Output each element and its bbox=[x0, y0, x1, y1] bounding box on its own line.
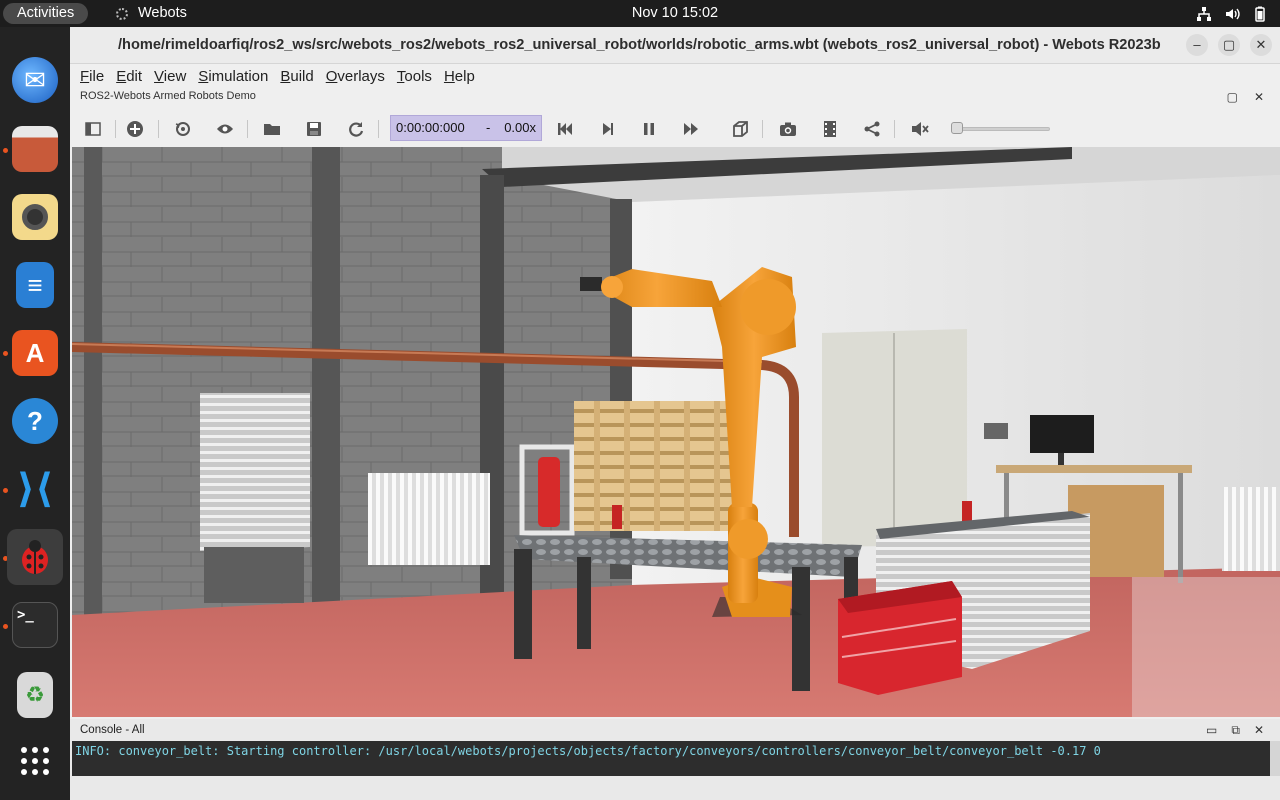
add-node-button[interactable] bbox=[125, 119, 145, 139]
scene-tree-icon bbox=[85, 122, 101, 136]
toolbar: 0:00:00:000 - 0.00x bbox=[70, 111, 1280, 145]
console-scrollbar[interactable] bbox=[1270, 741, 1280, 776]
step-button[interactable] bbox=[597, 119, 617, 139]
factory-scene bbox=[72, 147, 1280, 717]
cube-icon bbox=[733, 121, 748, 137]
simulation-time: 0:00:00:000 bbox=[396, 120, 465, 135]
dock-item-webots[interactable] bbox=[7, 529, 63, 585]
thunderbird-icon: ✉ bbox=[12, 57, 58, 103]
console-minimize-icon[interactable]: ▭ bbox=[1206, 723, 1217, 738]
reset-simulation-button[interactable] bbox=[555, 119, 575, 139]
toggle-scene-tree-button[interactable] bbox=[83, 119, 103, 139]
menu-build[interactable]: Build bbox=[280, 64, 325, 89]
share-icon bbox=[864, 121, 880, 137]
mute-button[interactable] bbox=[910, 119, 930, 139]
rendering-button[interactable] bbox=[730, 119, 750, 139]
save-world-button[interactable] bbox=[304, 119, 324, 139]
console-title: Console - All bbox=[80, 724, 145, 736]
film-icon bbox=[824, 121, 836, 137]
close-button[interactable]: ✕ bbox=[1250, 34, 1272, 56]
menu-bar: File Edit View Simulation Build Overlays… bbox=[70, 64, 1280, 89]
show-applications-button[interactable] bbox=[7, 733, 63, 789]
step-icon bbox=[603, 123, 613, 135]
dock: ✉ ≡ A ? ⟩⟨ >_ ♻ bbox=[0, 27, 70, 800]
trash-icon: ♻ bbox=[17, 672, 53, 718]
reload-icon bbox=[349, 122, 364, 137]
volume-icon[interactable] bbox=[1224, 6, 1240, 22]
webots-window: /home/rimeldoarfiq/ros2_ws/src/webots_ro… bbox=[70, 27, 1280, 800]
reload-world-button[interactable] bbox=[346, 119, 366, 139]
menu-file[interactable]: File bbox=[80, 64, 116, 89]
dock-item-software[interactable]: A bbox=[7, 325, 63, 381]
rhythmbox-icon bbox=[12, 194, 58, 240]
files-icon bbox=[12, 126, 58, 172]
skip-back-icon bbox=[558, 123, 572, 135]
reset-viewpoint-button[interactable] bbox=[173, 119, 193, 139]
mute-icon bbox=[912, 122, 929, 136]
fast-forward-icon bbox=[684, 123, 698, 135]
menu-view[interactable]: View bbox=[154, 64, 198, 89]
eye-icon bbox=[217, 124, 233, 134]
console-line: INFO: conveyor_belt: Starting controller… bbox=[75, 744, 1101, 758]
terminal-icon: >_ bbox=[12, 602, 58, 648]
console-output[interactable]: INFO: conveyor_belt: Starting controller… bbox=[72, 741, 1270, 776]
view-button[interactable] bbox=[215, 119, 235, 139]
window-title: /home/rimeldoarfiq/ros2_ws/src/webots_ro… bbox=[118, 37, 1161, 53]
window-titlebar[interactable]: /home/rimeldoarfiq/ros2_ws/src/webots_ro… bbox=[70, 27, 1280, 64]
dock-item-thunderbird[interactable]: ✉ bbox=[7, 52, 63, 108]
world-title: ROS2-Webots Armed Robots Demo bbox=[80, 90, 256, 102]
share-button[interactable] bbox=[862, 119, 882, 139]
screenshot-button[interactable] bbox=[778, 119, 798, 139]
maximize-button[interactable]: ▢ bbox=[1218, 34, 1240, 56]
dock-item-files[interactable] bbox=[7, 121, 63, 177]
gnome-top-bar: Activities Webots Nov 10 15:02 bbox=[0, 0, 1280, 27]
panel-close-icon[interactable]: ✕ bbox=[1254, 90, 1264, 104]
panel-maximize-icon[interactable]: ▢ bbox=[1227, 90, 1238, 104]
menu-tools[interactable]: Tools bbox=[397, 64, 444, 89]
menu-help[interactable]: Help bbox=[444, 64, 487, 89]
menu-simulation[interactable]: Simulation bbox=[198, 64, 280, 89]
network-icon[interactable] bbox=[1196, 6, 1212, 22]
console-close-icon[interactable]: ✕ bbox=[1254, 723, 1264, 738]
simulation-speed: 0.00x bbox=[504, 120, 536, 135]
battery-icon[interactable] bbox=[1252, 6, 1268, 22]
3d-viewport[interactable] bbox=[72, 147, 1280, 717]
fast-forward-button[interactable] bbox=[681, 119, 701, 139]
camera-icon bbox=[780, 122, 796, 136]
dock-item-terminal[interactable]: >_ bbox=[7, 597, 63, 653]
minimize-button[interactable]: – bbox=[1186, 34, 1208, 56]
folder-icon bbox=[264, 124, 280, 135]
save-icon bbox=[307, 122, 321, 136]
console-panel: Console - All ▭ ⧉ ✕ INFO: conveyor_belt:… bbox=[70, 719, 1280, 800]
writer-icon: ≡ bbox=[16, 262, 54, 308]
open-world-button[interactable] bbox=[262, 119, 282, 139]
software-icon: A bbox=[12, 330, 58, 376]
system-tray[interactable] bbox=[1196, 0, 1268, 27]
menu-edit[interactable]: Edit bbox=[116, 64, 154, 89]
pause-button[interactable] bbox=[639, 119, 659, 139]
record-movie-button[interactable] bbox=[820, 119, 840, 139]
time-separator: - bbox=[486, 120, 491, 135]
dock-item-help[interactable]: ? bbox=[7, 393, 63, 449]
webots-ladybug-icon bbox=[12, 534, 58, 580]
volume-slider-track[interactable] bbox=[955, 127, 1050, 131]
add-icon bbox=[127, 121, 143, 137]
app-grid-icon bbox=[12, 738, 58, 784]
console-float-icon[interactable]: ⧉ bbox=[1231, 723, 1240, 738]
pause-icon bbox=[644, 123, 654, 135]
dock-item-writer[interactable]: ≡ bbox=[7, 257, 63, 313]
vscode-icon: ⟩⟨ bbox=[16, 467, 54, 511]
help-icon: ? bbox=[12, 398, 58, 444]
reset-view-icon bbox=[175, 122, 190, 136]
simulation-time-display: 0:00:00:000 - 0.00x bbox=[390, 115, 542, 141]
volume-slider-handle[interactable] bbox=[951, 122, 963, 134]
clock[interactable]: Nov 10 15:02 bbox=[0, 0, 1280, 27]
menu-overlays[interactable]: Overlays bbox=[326, 64, 397, 89]
dock-item-rhythmbox[interactable] bbox=[7, 189, 63, 245]
dock-item-vscode[interactable]: ⟩⟨ bbox=[7, 461, 63, 517]
dock-item-trash[interactable]: ♻ bbox=[7, 667, 63, 723]
